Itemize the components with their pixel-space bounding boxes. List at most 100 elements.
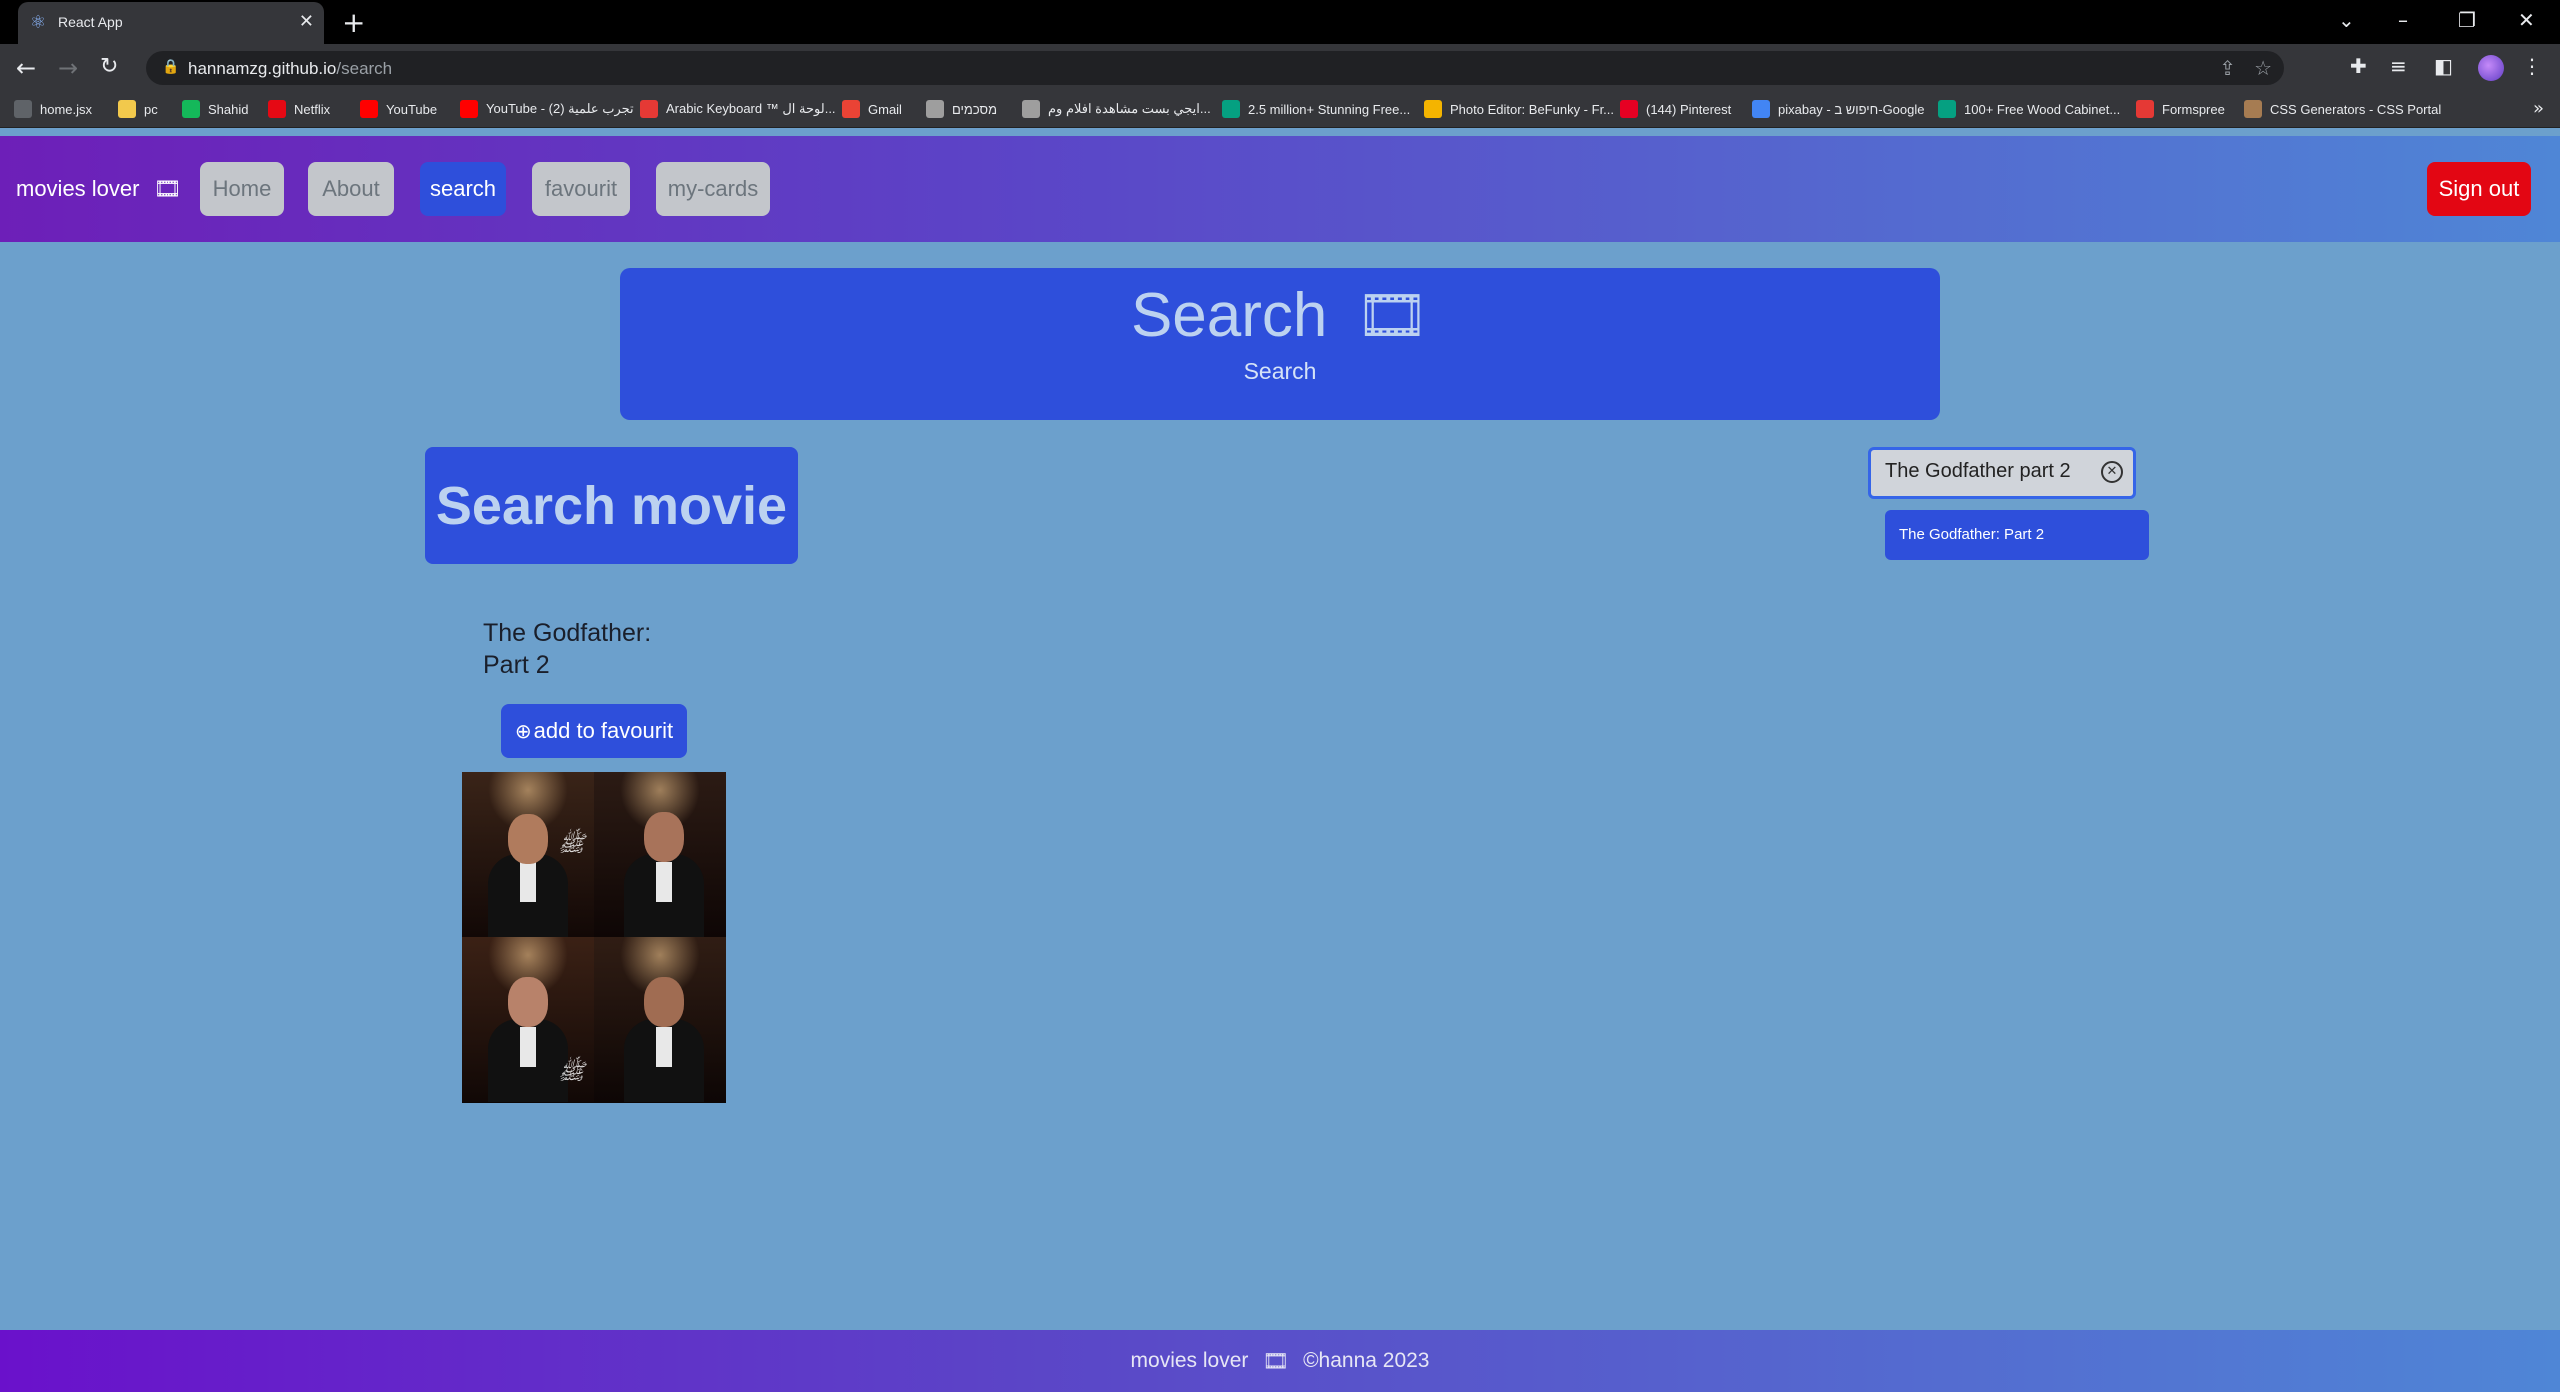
poster-logo-mark: ﷺ <box>558 832 585 857</box>
forward-icon[interactable]: → <box>58 54 78 82</box>
star-icon[interactable]: ☆ <box>2254 56 2272 80</box>
bookmark-label: ايجي بست مشاهدة افلام وم... <box>1048 101 1211 116</box>
minimize-icon[interactable]: – <box>2398 8 2408 32</box>
bookmark-item[interactable]: Shahid <box>182 100 248 118</box>
search-input[interactable] <box>1885 460 2095 483</box>
address-bar[interactable]: 🔒 hannamzg.github.io/search ⇪ ☆ <box>146 51 2284 85</box>
bookmark-label: Photo Editor: BeFunky - Fr... <box>1450 101 1615 117</box>
profile-avatar[interactable] <box>2478 55 2504 81</box>
movie-poster: ﷺ ﷺ <box>462 772 726 1103</box>
share-icon[interactable]: ⇪ <box>2219 56 2236 80</box>
film-icon: 🎞 <box>1355 281 1430 349</box>
restore-icon[interactable]: ❐ <box>2458 8 2476 32</box>
url-path: /search <box>336 59 393 78</box>
footer-copyright: ©hanna 2023 <box>1303 1349 1430 1372</box>
back-icon[interactable]: ← <box>16 54 36 82</box>
bookmark-item[interactable]: מסכמים <box>926 100 997 118</box>
more-bookmarks-icon[interactable]: » <box>2533 98 2544 119</box>
footer-brand: movies lover <box>1130 1349 1249 1372</box>
search-field[interactable]: ✕ <box>1868 447 2136 499</box>
tab-title: React App <box>58 14 123 30</box>
bookmark-icon <box>460 100 478 118</box>
poster-logo-mark: ﷺ <box>558 1060 585 1085</box>
bookmark-item[interactable]: ايجي بست مشاهدة افلام وم... <box>1022 100 1211 118</box>
bookmark-item[interactable]: CSS Generators - CSS Portal <box>2244 100 2441 118</box>
tab-search-icon[interactable]: ⌄ <box>2338 8 2355 32</box>
bookmark-item[interactable]: YouTube - تجرب علمية (2) <box>460 100 634 118</box>
react-icon: ⚛ <box>29 12 47 33</box>
bookmark-icon <box>182 100 200 118</box>
bookmark-item[interactable]: YouTube <box>360 100 437 118</box>
bookmark-icon <box>842 100 860 118</box>
url-host: hannamzg.github.io <box>188 59 337 78</box>
nav-search[interactable]: search <box>420 162 506 216</box>
add-to-favourit-label: add to favourit <box>533 718 674 743</box>
bookmark-label: 100+ Free Wood Cabinet... <box>1964 101 2121 117</box>
bookmark-label: home.jsx <box>40 101 93 117</box>
bookmark-icon <box>1222 100 1240 118</box>
bookmark-label: מסכמים <box>952 101 998 117</box>
bookmark-item[interactable]: 2.5 million+ Stunning Free... <box>1222 100 1410 118</box>
nav-my-cards[interactable]: my-cards <box>656 162 770 216</box>
bookmark-item[interactable]: Photo Editor: BeFunky - Fr... <box>1424 100 1614 118</box>
bookmark-icon <box>640 100 658 118</box>
bookmark-item[interactable]: pc <box>118 100 158 118</box>
extensions-icon[interactable]: ✚ <box>2350 54 2367 78</box>
brand[interactable]: movies lover 🎞 <box>16 176 181 202</box>
bookmark-label: YouTube - تجرب علمية (2) <box>486 101 634 116</box>
lock-icon: 🔒 <box>162 59 180 75</box>
search-movie-heading: Search movie <box>425 447 798 564</box>
nav-home[interactable]: Home <box>200 162 284 216</box>
hero-subtitle: Search <box>1243 358 1317 384</box>
close-window-icon[interactable]: ✕ <box>2518 8 2535 32</box>
search-suggestion[interactable]: The Godfather: Part 2 <box>1885 510 2149 560</box>
film-icon: 🎞 <box>153 176 182 202</box>
bookmark-icon <box>926 100 944 118</box>
bookmark-item[interactable]: 100+ Free Wood Cabinet... <box>1938 100 2120 118</box>
nav-favourit[interactable]: favourit <box>532 162 630 216</box>
reload-icon[interactable]: ↻ <box>100 54 118 79</box>
page-footer: movies lover 🎞 ©hanna 2023 <box>0 1330 2560 1392</box>
nav-about[interactable]: About <box>308 162 394 216</box>
bookmark-label: pc <box>144 101 158 117</box>
add-to-favourit-button[interactable]: ⊕ add to favourit <box>501 704 687 758</box>
bookmark-icon <box>1752 100 1770 118</box>
bookmark-item[interactable]: Gmail <box>842 100 902 118</box>
media-icon[interactable]: ≡ <box>2390 54 2407 78</box>
bookmark-label: Shahid <box>208 101 249 117</box>
bookmark-label: pixabay - חיפוש ב-Google <box>1778 101 1925 117</box>
bookmark-icon <box>268 100 286 118</box>
bookmark-icon <box>118 100 136 118</box>
bookmark-icon <box>1424 100 1442 118</box>
browser-tab[interactable]: ⚛ React App ✕ <box>18 2 324 44</box>
menu-icon[interactable]: ⋮ <box>2522 54 2542 78</box>
bookmark-label: 2.5 million+ Stunning Free... <box>1248 101 1411 117</box>
close-tab-icon[interactable]: ✕ <box>299 11 314 32</box>
hero-banner: Search 🎞 Search <box>620 268 1940 420</box>
bookmark-item[interactable]: Arabic Keyboard ™ لوحة ال... <box>640 100 836 118</box>
browser-toolbar: ← → ↻ 🔒 hannamzg.github.io/search ⇪ ☆ ✚ … <box>0 44 2560 92</box>
bookmark-icon <box>14 100 32 118</box>
bookmarks-bar: » home.jsx pc Shahid Netflix YouTube YouTube … <box>0 92 2560 128</box>
bookmark-item[interactable]: Formspree <box>2136 100 2225 118</box>
bookmark-label: Gmail <box>868 101 902 117</box>
clear-icon[interactable]: ✕ <box>2101 461 2123 483</box>
bookmark-label: YouTube <box>386 101 438 117</box>
new-tab-icon[interactable]: + <box>342 6 365 39</box>
film-icon: 🎞 <box>1262 1348 1290 1373</box>
hero-title: Search <box>1130 281 1328 350</box>
sidepanel-icon[interactable]: ◧ <box>2434 54 2453 78</box>
bookmark-item[interactable]: Netflix <box>268 100 330 118</box>
browser-tab-strip: ⚛ React App ✕ + ⌄ – ❐ ✕ <box>0 0 2560 44</box>
bookmark-label: Formspree <box>2162 101 2225 117</box>
bookmark-item[interactable]: (144) Pinterest <box>1620 100 1731 118</box>
sign-out-button[interactable]: Sign out <box>2427 162 2531 216</box>
bookmark-label: Netflix <box>294 101 331 117</box>
bookmark-item[interactable]: home.jsx <box>14 100 92 118</box>
app-navbar: movies lover 🎞 Home About search favouri… <box>0 136 2560 242</box>
bookmark-icon <box>2244 100 2262 118</box>
bookmark-icon <box>1938 100 1956 118</box>
bookmark-icon <box>360 100 378 118</box>
bookmark-label: Arabic Keyboard ™ لوحة ال... <box>666 101 836 116</box>
bookmark-item[interactable]: pixabay - חיפוש ב-Google <box>1752 100 1924 118</box>
